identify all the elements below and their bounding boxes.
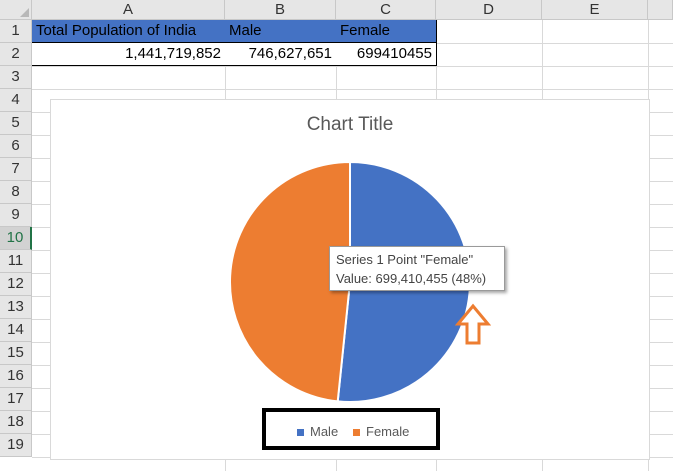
- legend[interactable]: Male Female: [262, 408, 440, 450]
- row-header-17[interactable]: 17: [0, 388, 32, 411]
- row-header-4[interactable]: 4: [0, 89, 32, 112]
- row-header-6[interactable]: 6: [0, 135, 32, 158]
- column-header-c[interactable]: C: [336, 0, 436, 20]
- row-header-9[interactable]: 9: [0, 204, 32, 227]
- cell-a1[interactable]: Total Population of India: [32, 20, 226, 43]
- row-header-3[interactable]: 3: [0, 66, 32, 89]
- legend-swatch-female: [353, 429, 360, 437]
- row-header-10[interactable]: 10: [0, 227, 32, 250]
- row-header-19[interactable]: 19: [0, 434, 32, 457]
- legend-label-female: Female: [366, 424, 410, 439]
- select-all-icon: [20, 8, 29, 17]
- column-header-e[interactable]: E: [542, 0, 648, 20]
- cell-c1[interactable]: Female: [336, 20, 437, 43]
- row-header-5[interactable]: 5: [0, 112, 32, 135]
- row-header-7[interactable]: 7: [0, 158, 32, 181]
- legend-label-male: Male: [310, 424, 339, 439]
- row-header-13[interactable]: 13: [0, 296, 32, 319]
- legend-swatch-male: [297, 429, 304, 437]
- row-header-14[interactable]: 14: [0, 319, 32, 342]
- row-header-18[interactable]: 18: [0, 411, 32, 434]
- gridline: [32, 89, 673, 90]
- cell-b2[interactable]: 746,627,651: [225, 43, 337, 66]
- gridline: [32, 66, 673, 67]
- up-arrow-icon: [455, 303, 491, 345]
- column-header-b[interactable]: B: [225, 0, 336, 20]
- legend-item-female[interactable]: Female: [353, 424, 409, 439]
- column-header-a[interactable]: A: [32, 0, 225, 20]
- chart-tooltip: Series 1 Point "Female" Value: 699,410,4…: [329, 246, 505, 291]
- select-all-corner[interactable]: [0, 0, 32, 20]
- row-header-2[interactable]: 2: [0, 43, 32, 66]
- cell-b1[interactable]: Male: [225, 20, 337, 43]
- column-header-f[interactable]: [648, 0, 673, 20]
- row-header-12[interactable]: 12: [0, 273, 32, 296]
- row-header-15[interactable]: 15: [0, 342, 32, 365]
- row-header-8[interactable]: 8: [0, 181, 32, 204]
- row-header-16[interactable]: 16: [0, 365, 32, 388]
- row-header-1[interactable]: 1: [0, 20, 32, 43]
- tooltip-value: Value: 699,410,455 (48%): [336, 271, 487, 286]
- row-header-11[interactable]: 11: [0, 250, 32, 273]
- cell-a2[interactable]: 1,441,719,852: [32, 43, 226, 66]
- tooltip-series-point: Series 1 Point "Female": [336, 252, 474, 267]
- cell-c2[interactable]: 699410455: [336, 43, 437, 66]
- column-header-d[interactable]: D: [436, 0, 542, 20]
- legend-item-male[interactable]: Male: [297, 424, 338, 439]
